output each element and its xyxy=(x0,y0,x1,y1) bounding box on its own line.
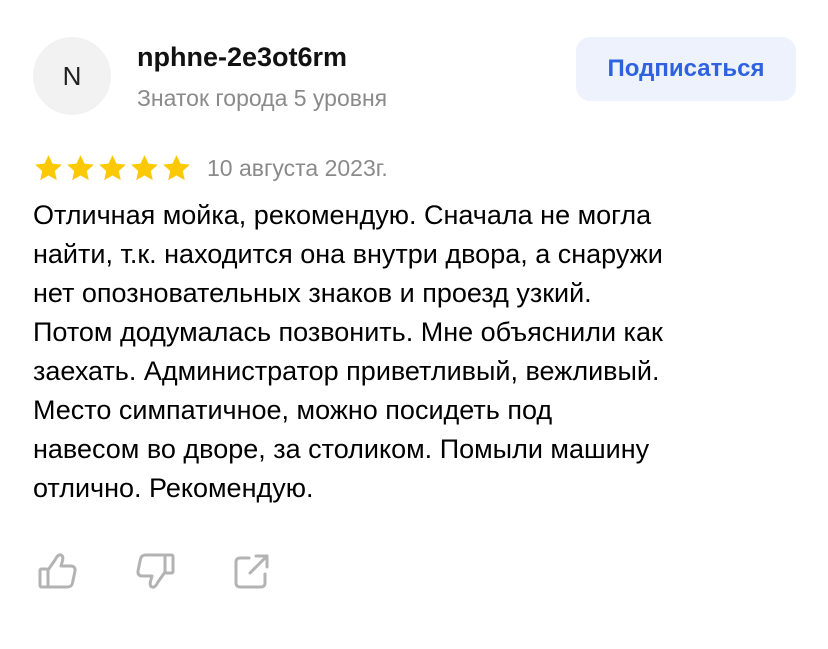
star-icon xyxy=(99,154,126,180)
star-icon xyxy=(163,154,190,180)
review-actions xyxy=(33,546,324,596)
star-icon xyxy=(131,154,158,180)
subscribe-button[interactable]: Подписаться xyxy=(576,37,796,101)
review-text: Отличная мойка, рекомендую. Сначала не м… xyxy=(33,200,663,503)
thumbs-down-icon xyxy=(136,553,175,589)
share-icon xyxy=(234,554,269,589)
review-date: 10 августа 2023г. xyxy=(207,154,388,181)
avatar-initial: N xyxy=(62,60,82,91)
thumbs-up-icon xyxy=(38,553,77,589)
like-button[interactable] xyxy=(33,546,83,596)
avatar[interactable]: N xyxy=(33,37,111,115)
author-level: Знаток города 5 уровня xyxy=(137,85,388,111)
star-rating xyxy=(33,153,192,184)
author-name[interactable]: nphne-2e3ot6rm xyxy=(137,42,347,73)
share-button[interactable] xyxy=(227,546,277,596)
star-icon xyxy=(35,154,62,180)
dislike-button[interactable] xyxy=(130,546,180,596)
star-icon xyxy=(67,154,94,180)
rating-row: 10 августа 2023г. xyxy=(33,150,388,186)
